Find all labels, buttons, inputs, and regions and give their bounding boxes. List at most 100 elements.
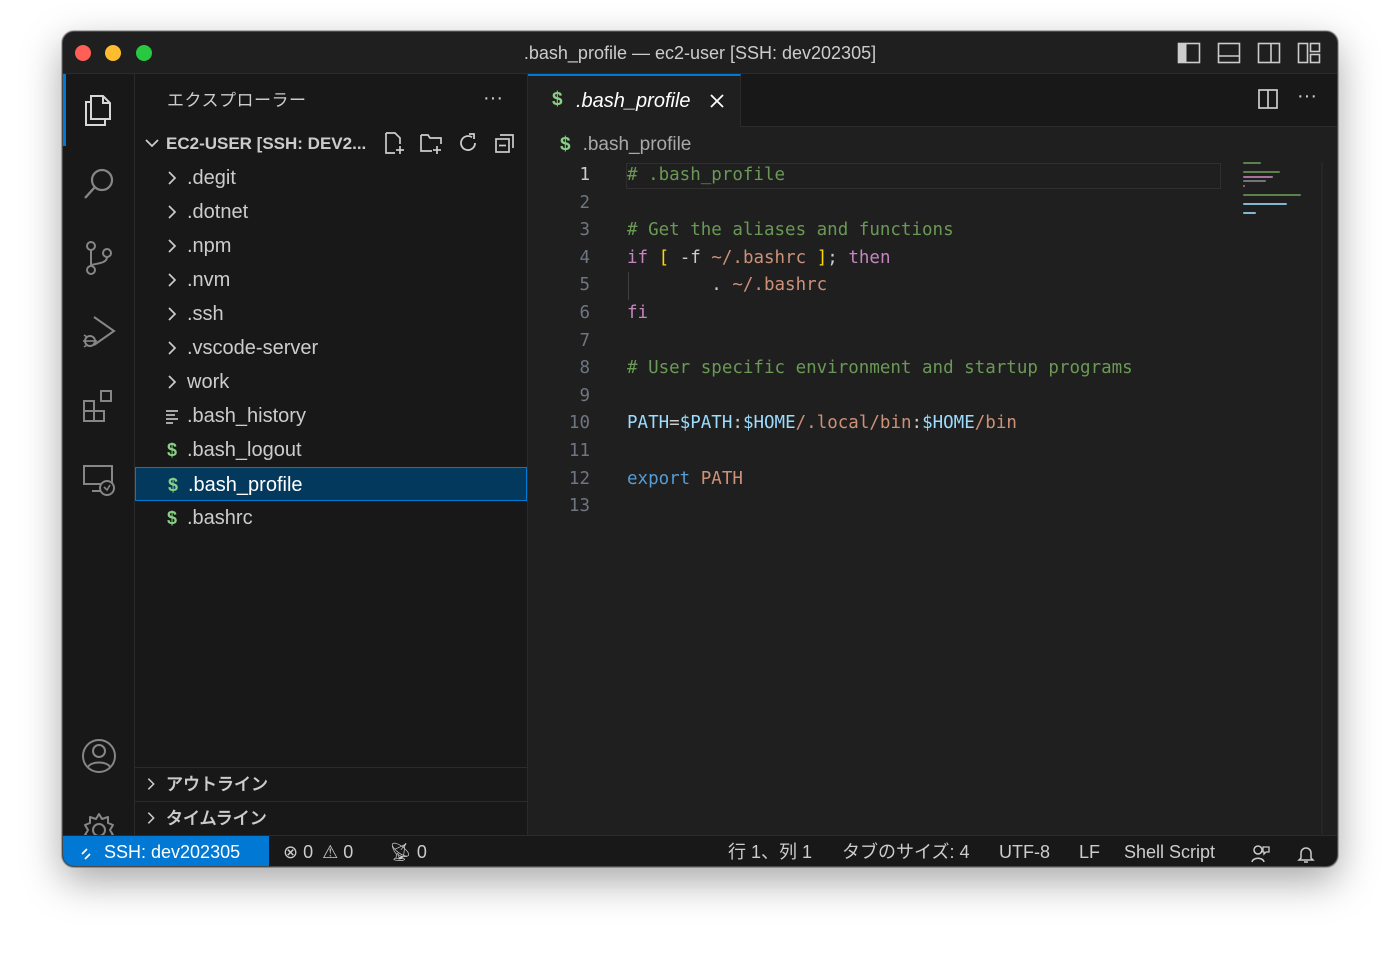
window-title: .bash_profile — ec2-user [SSH: dev202305… — [523, 43, 877, 63]
tree-item-bash-logout[interactable]: $ .bash_logout — [135, 433, 527, 467]
tree-item-dotnet[interactable]: .dotnet — [135, 195, 527, 229]
collapse-all-icon[interactable] — [493, 131, 517, 155]
close-icon[interactable] — [708, 92, 726, 110]
split-editor-icon[interactable] — [1257, 88, 1279, 110]
status-bar: SSH: dev202305 ⊗ 0 ⚠ 0 📡︎ 0 行 1、列 1 タブのサ… — [63, 835, 1337, 866]
tree-item-nvm[interactable]: .nvm — [135, 263, 527, 297]
editor-tab-bash-profile[interactable]: $ .bash_profile — [528, 74, 741, 127]
minimap[interactable] — [1243, 162, 1321, 214]
ports-indicator[interactable]: 📡︎ 0 — [389, 836, 427, 866]
tab-size-indicator[interactable]: タブのサイズ: 4 — [842, 836, 969, 866]
tree-item-work[interactable]: work — [135, 365, 527, 399]
minimap-line — [1243, 184, 1246, 187]
tree-item-label: .bash_history — [187, 405, 306, 427]
new-folder-icon[interactable] — [419, 131, 443, 155]
code-line[interactable]: 6 fi — [528, 300, 1337, 328]
chevron-right-icon — [147, 812, 155, 824]
workspace-root-label: EC2-USER [SSH: DEV2... — [166, 134, 367, 153]
line-text: . ~/.bashrc — [627, 275, 828, 296]
tree-item-vscode-server[interactable]: .vscode-server — [135, 331, 527, 365]
line-number: 11 — [568, 440, 590, 461]
encoding-indicator[interactable]: UTF-8 — [999, 836, 1050, 866]
remote-indicator[interactable]: SSH: dev202305 — [63, 836, 269, 866]
run-debug-icon — [83, 316, 116, 348]
remote-label: SSH: dev202305 — [104, 842, 241, 862]
editor-scrollbar[interactable] — [1321, 162, 1323, 834]
chevron-right-icon — [168, 341, 177, 355]
code-line[interactable]: 5 . ~/.bashrc — [528, 272, 1337, 300]
problems-indicator[interactable]: ⊗ 0 ⚠ 0 — [283, 836, 353, 866]
outline-panel-header[interactable]: アウトライン — [135, 767, 527, 801]
activity-explorer[interactable] — [63, 74, 135, 146]
code-line[interactable]: 9 — [528, 383, 1337, 411]
refresh-icon[interactable] — [456, 131, 480, 155]
toggle-primary-sidebar-icon[interactable] — [1177, 42, 1201, 64]
code-line[interactable]: 3 # Get the aliases and functions — [528, 217, 1337, 245]
activity-accounts[interactable] — [63, 720, 135, 792]
code-line[interactable]: 2 — [528, 190, 1337, 218]
shell-file-icon: $ — [166, 508, 177, 528]
cursor-position[interactable]: 行 1、列 1 — [728, 836, 812, 866]
chevron-right-icon — [168, 375, 177, 389]
error-count: 0 — [303, 842, 314, 862]
timeline-panel-header[interactable]: タイムライン — [135, 801, 527, 835]
toggle-secondary-sidebar-icon[interactable] — [1257, 42, 1281, 64]
code-line[interactable]: 8 # User specific environment and startup… — [528, 355, 1337, 383]
activity-remote-explorer[interactable] — [63, 444, 135, 516]
activity-run-debug[interactable] — [63, 296, 135, 368]
shell-file-icon: $ — [560, 134, 571, 155]
vscode-window: .bash_profile — ec2-user [SSH: dev202305… — [62, 31, 1338, 867]
breadcrumb[interactable]: $ .bash_profile — [560, 130, 691, 160]
editor-more-actions[interactable]: ··· — [1297, 86, 1319, 110]
shell-file-icon: $ — [167, 475, 178, 495]
tree-item-label: .npm — [187, 235, 232, 257]
layout-controls — [1177, 42, 1321, 64]
notifications-bell-icon[interactable] — [1296, 842, 1316, 866]
activity-extensions[interactable] — [63, 370, 135, 442]
warning-icon: ⚠ — [322, 842, 339, 862]
minimap-line — [1243, 193, 1301, 196]
code-line[interactable]: 11 — [528, 438, 1337, 466]
code-line[interactable]: 10 PATH=$PATH:$HOME/.local/bin:$HOME/bin — [528, 410, 1337, 438]
code-line[interactable]: 1 # .bash_profile — [528, 162, 1337, 190]
language-mode[interactable]: Shell Script — [1124, 836, 1215, 866]
customize-layout-icon[interactable] — [1297, 42, 1321, 64]
ports-antenna-icon: 📡︎ — [389, 842, 412, 862]
line-number: 9 — [579, 385, 590, 406]
explorer-icon — [85, 95, 111, 126]
tree-item-bash-history[interactable]: .bash_history — [135, 399, 527, 433]
code-line[interactable]: 12 export PATH — [528, 466, 1337, 494]
tree-item-npm[interactable]: .npm — [135, 229, 527, 263]
tree-item-degit[interactable]: .degit — [135, 161, 527, 195]
extensions-icon — [83, 390, 112, 422]
workspace-root[interactable]: EC2-USER [SSH: DEV2... — [135, 127, 527, 161]
line-number: 13 — [568, 496, 590, 517]
editor-tab-bar: $ .bash_profile ··· — [528, 74, 1337, 127]
minimap-line — [1243, 202, 1288, 205]
code-line[interactable]: 13 — [528, 493, 1337, 521]
tree-item-ssh[interactable]: .ssh — [135, 297, 527, 331]
activity-search[interactable] — [63, 148, 135, 220]
tree-item-label: .ssh — [187, 303, 224, 325]
line-number: 2 — [579, 192, 590, 213]
activity-source-control[interactable] — [63, 222, 135, 294]
tree-item-label: .vscode-server — [187, 337, 319, 359]
chevron-right-icon — [168, 171, 177, 185]
toggle-panel-icon[interactable] — [1217, 42, 1241, 64]
line-text: # Get the aliases and functions — [627, 220, 954, 241]
code-line[interactable]: 4 if [ -f ~/.bashrc ]; then — [528, 245, 1337, 273]
line-text: PATH=$PATH:$HOME/.local/bin:$HOME/bin — [627, 413, 1017, 434]
new-file-icon[interactable] — [382, 131, 406, 155]
tree-item-label: .nvm — [187, 269, 231, 291]
eol-indicator[interactable]: LF — [1079, 836, 1100, 866]
code-editor[interactable]: 1 # .bash_profile 2 3 # Get the aliases and … — [528, 162, 1337, 521]
line-number: 6 — [579, 302, 590, 323]
feedback-icon[interactable] — [1250, 842, 1270, 866]
tree-item-bashrc[interactable]: $ .bashrc — [135, 501, 527, 535]
minimap-line — [1243, 180, 1266, 182]
tree-item-bash-profile[interactable]: $ .bash_profile — [135, 467, 527, 501]
explorer-more-actions[interactable]: ··· — [483, 86, 503, 116]
code-line[interactable]: 7 — [528, 328, 1337, 356]
chevron-right-icon — [168, 307, 177, 321]
source-control-icon — [86, 241, 112, 275]
